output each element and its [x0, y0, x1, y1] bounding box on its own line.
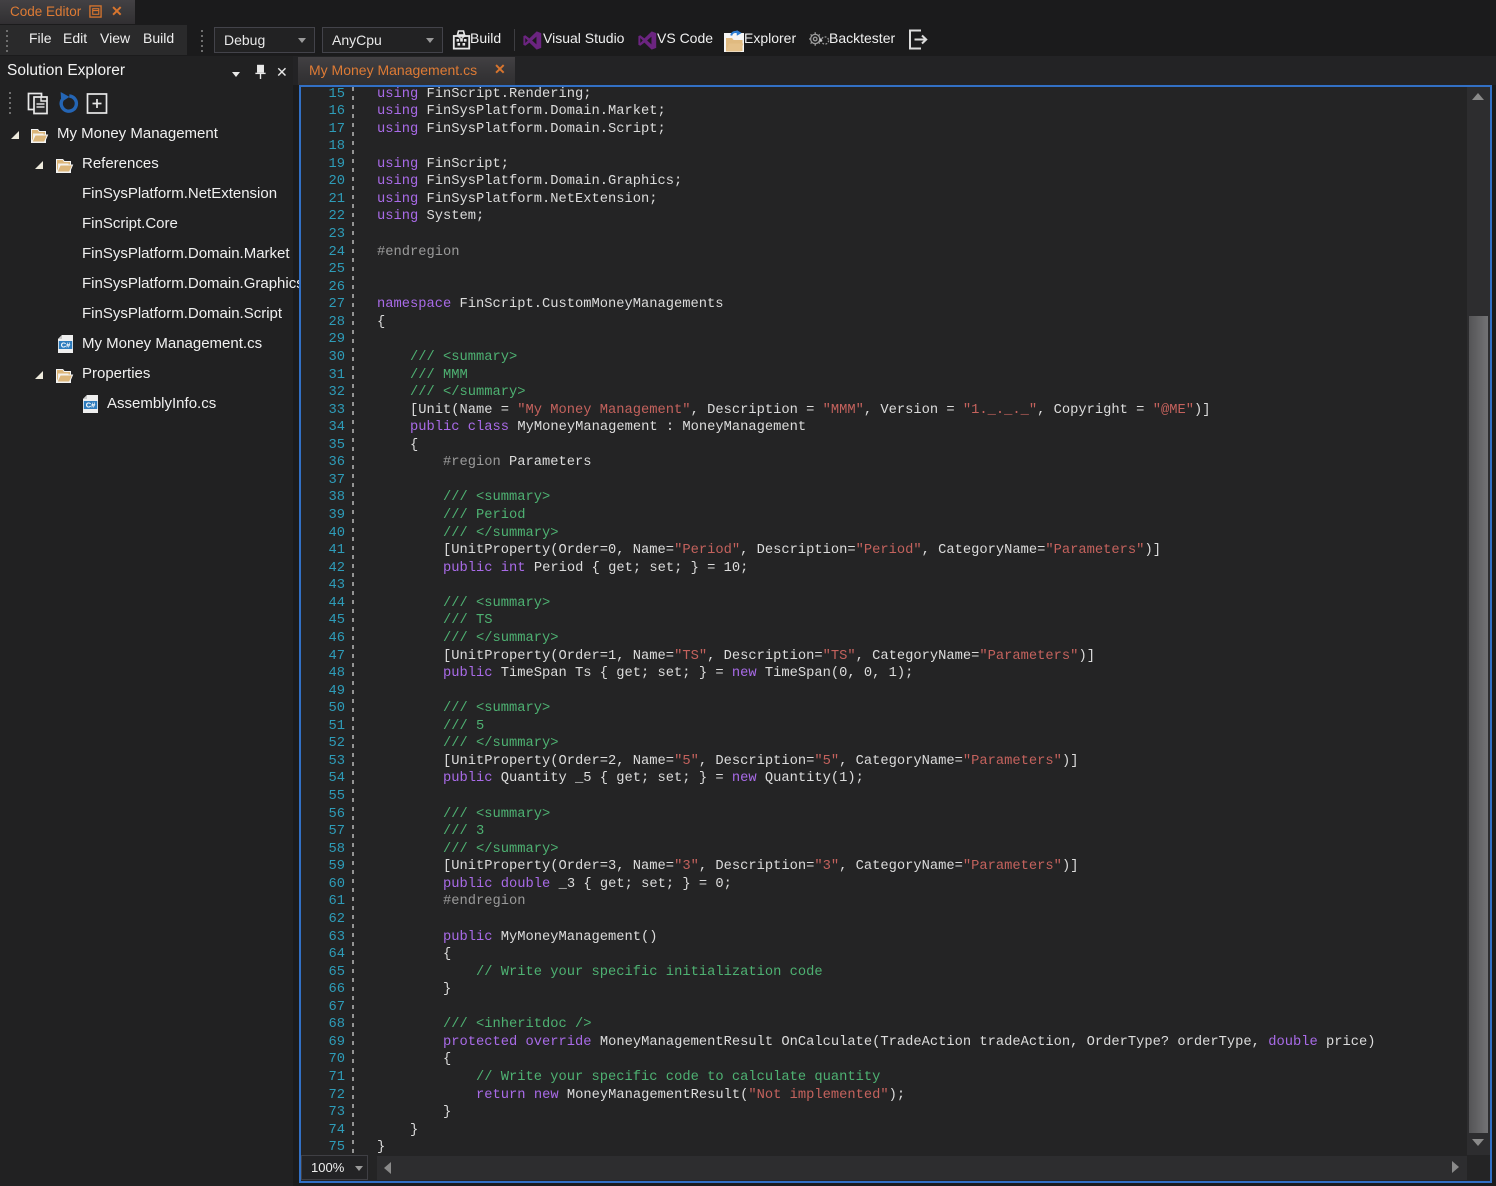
svg-text:C#: C#: [86, 401, 96, 410]
svg-text:C#: C#: [61, 341, 71, 350]
